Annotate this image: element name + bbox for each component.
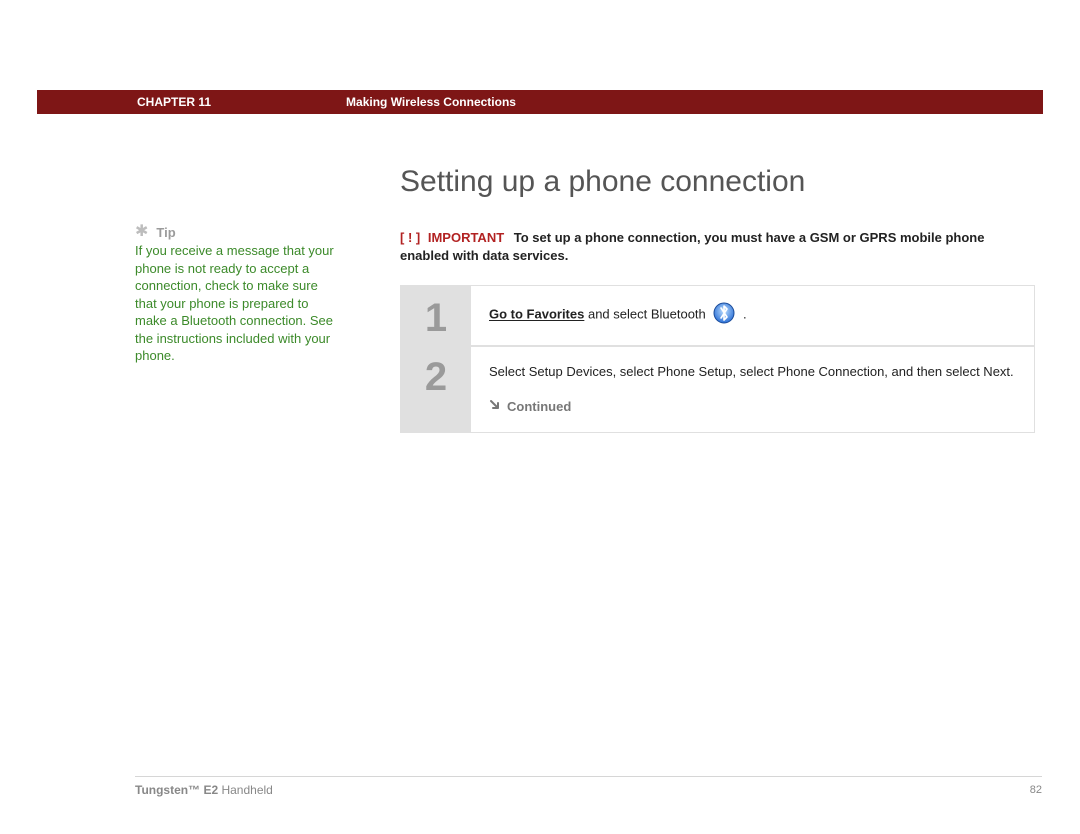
step-text: and select Bluetooth xyxy=(584,307,709,322)
footer-product: Tungsten™ E2 Handheld xyxy=(135,783,273,797)
tip-label: Tip xyxy=(156,225,175,240)
tip-body: If you receive a message that your phone… xyxy=(135,242,335,365)
continued-row: Continued xyxy=(489,398,1016,416)
step-text: Select Setup Devices, select Phone Setup… xyxy=(489,364,1014,379)
step-number: 2 xyxy=(401,345,471,432)
continued-arrow-icon xyxy=(489,398,501,416)
step-row: 1 Go to Favorites and select Bluetooth xyxy=(401,286,1034,345)
main-content: Setting up a phone connection [ ! ] IMPO… xyxy=(400,165,1035,433)
step-row: 2 Select Setup Devices, select Phone Set… xyxy=(401,345,1034,432)
asterisk-icon: ✱ xyxy=(135,224,148,240)
page: CHAPTER 11 Making Wireless Connections ✱… xyxy=(0,0,1080,834)
important-brackets: [ ! ] xyxy=(400,230,420,245)
step-trail: . xyxy=(739,307,746,322)
tip-header: ✱ Tip xyxy=(135,224,335,240)
section-title: Setting up a phone connection xyxy=(400,165,1035,199)
important-note: [ ! ] IMPORTANT To set up a phone connec… xyxy=(400,229,1035,265)
footer-product-bold: Tungsten™ E2 xyxy=(135,783,218,797)
step-content: Select Setup Devices, select Phone Setup… xyxy=(471,345,1034,432)
step-content: Go to Favorites and select Bluetooth xyxy=(471,286,1034,345)
chapter-title: Making Wireless Connections xyxy=(346,95,516,109)
step-number: 1 xyxy=(401,286,471,345)
chapter-header-bar: CHAPTER 11 Making Wireless Connections xyxy=(37,90,1043,114)
footer-page-number: 82 xyxy=(1030,784,1042,796)
chapter-label: CHAPTER 11 xyxy=(137,95,211,109)
bluetooth-icon xyxy=(713,302,735,329)
important-word: IMPORTANT xyxy=(428,230,504,245)
step-bold-lead: Go to Favorites xyxy=(489,307,584,322)
tip-sidebar: ✱ Tip If you receive a message that your… xyxy=(135,224,335,365)
continued-label: Continued xyxy=(507,398,571,416)
footer-product-rest: Handheld xyxy=(218,783,273,797)
page-footer: Tungsten™ E2 Handheld 82 xyxy=(135,776,1042,797)
steps-list: 1 Go to Favorites and select Bluetooth xyxy=(400,285,1035,433)
